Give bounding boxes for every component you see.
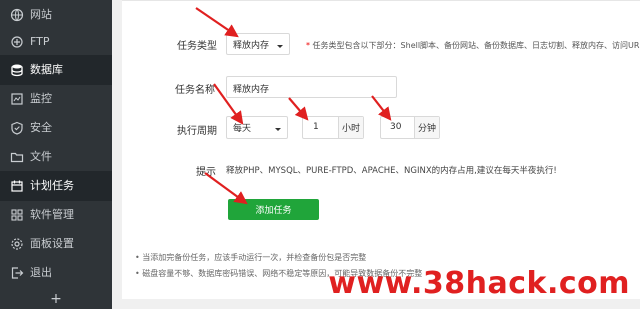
tip-text: 释放PHP、MYSQL、PURE-FTPD、APACHE、NGINX的内存占用,… <box>226 166 557 176</box>
footer-note-text: 当添加完备份任务，应该手动运行一次，并检查备份包是否完整 <box>142 253 367 262</box>
sidebar-item-label: 软件管理 <box>30 208 74 221</box>
task-type-value: 释放内存 <box>233 40 270 51</box>
minute-value: 30 <box>390 122 402 132</box>
tip-label: 提示 <box>196 167 216 178</box>
minute-input[interactable]: 30 分钟 <box>380 116 440 139</box>
hour-value: 1 <box>313 122 319 132</box>
sidebar-item-label: 数据库 <box>30 63 63 76</box>
sidebar-item-database[interactable]: 数据库 <box>0 55 112 85</box>
hour-input[interactable]: 1 小时 <box>302 116 364 139</box>
task-type-note-text: 任务类型包含以下部分：Shell脚本、备份网站、备份数据库、日志切割、释放内存、… <box>312 41 640 50</box>
sidebar-item-ftp[interactable]: FTP <box>0 27 112 57</box>
sidebar-item-software[interactable]: 软件管理 <box>0 200 112 230</box>
sidebar-add-button[interactable]: + <box>0 290 112 309</box>
sidebar-item-logout[interactable]: 退出 <box>0 258 112 288</box>
ftp-icon <box>11 36 23 48</box>
sidebar-item-label: 文件 <box>30 150 52 163</box>
task-name-input[interactable]: 释放内存 <box>226 76 397 98</box>
sidebar-item-label: 面板设置 <box>30 237 74 250</box>
task-type-note: * 任务类型包含以下部分：Shell脚本、备份网站、备份数据库、日志切割、释放内… <box>306 40 640 51</box>
period-label: 执行周期 <box>177 126 217 137</box>
footer-note: • 当添加完备份任务，应该手动运行一次，并检查备份包是否完整 <box>135 253 367 262</box>
chevron-down-icon <box>275 128 281 131</box>
sidebar-item-label: FTP <box>30 35 50 48</box>
task-name-label: 任务名称 <box>175 85 215 96</box>
folder-icon <box>10 152 24 163</box>
logout-icon <box>11 267 24 279</box>
shield-icon <box>11 121 23 135</box>
sidebar-item-website[interactable]: 网站 <box>0 0 112 30</box>
sidebar-item-settings[interactable]: 面板设置 <box>0 229 112 259</box>
required-star: * <box>306 41 310 50</box>
database-icon <box>11 64 23 77</box>
sidebar-item-files[interactable]: 文件 <box>0 142 112 172</box>
sidebar-item-monitor[interactable]: 监控 <box>0 84 112 114</box>
sidebar-item-label: 网站 <box>30 8 52 21</box>
sidebar-item-label: 退出 <box>30 266 52 279</box>
period-select[interactable]: 每天 <box>226 116 288 139</box>
task-name-value: 释放内存 <box>233 85 270 95</box>
sidebar-item-security[interactable]: 安全 <box>0 113 112 143</box>
calendar-icon <box>11 180 23 192</box>
sidebar-item-label: 计划任务 <box>30 179 74 192</box>
sidebar: 网站 FTP 数据库 监控 安全 文件 计划任务 软件管理 面板设置 退出 + <box>0 0 112 309</box>
period-value: 每天 <box>233 124 252 134</box>
grid-icon <box>11 209 23 221</box>
sidebar-item-label: 监控 <box>30 92 52 105</box>
minute-unit: 分钟 <box>414 117 439 138</box>
globe-icon <box>10 8 24 22</box>
chevron-down-icon <box>277 45 283 48</box>
watermark: www.38hack.com <box>328 266 630 301</box>
hour-unit: 小时 <box>338 117 363 138</box>
task-type-label: 任务类型 <box>177 41 217 52</box>
add-task-button[interactable]: 添加任务 <box>228 199 319 220</box>
task-type-select[interactable]: 释放内存 <box>226 33 290 55</box>
sidebar-item-label: 安全 <box>30 121 52 134</box>
sidebar-item-cron[interactable]: 计划任务 <box>0 171 112 201</box>
monitor-icon <box>11 93 23 105</box>
gear-icon <box>11 238 23 250</box>
